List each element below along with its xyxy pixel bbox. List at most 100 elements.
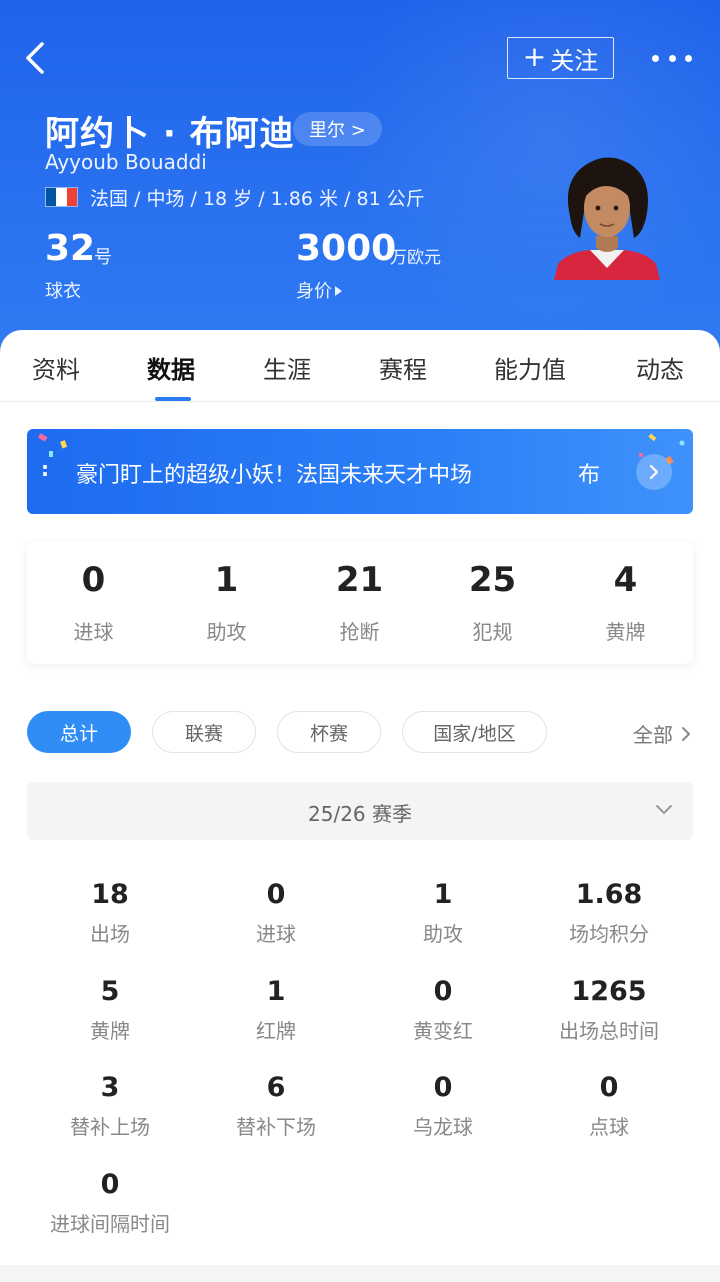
stat-label: 黄牌	[90, 1019, 130, 1043]
all-filters-link[interactable]: 全部	[633, 719, 691, 748]
chevron-right-icon[interactable]	[636, 454, 672, 490]
tab-profile[interactable]: 资料	[32, 350, 80, 385]
stat-label: 点球	[589, 1115, 629, 1139]
summary-goals: 0 进球	[27, 542, 160, 664]
summary-label: 犯规	[472, 620, 513, 644]
summary-value: 0	[81, 560, 106, 600]
stat-own-goals: 0 乌龙球	[360, 1069, 526, 1140]
player-bio: 法国 / 中场 / 18 岁 / 1.86 米 / 81 公斤	[90, 188, 425, 210]
stat-goals: 0 进球	[193, 876, 359, 947]
stat-label: 进球	[256, 922, 296, 946]
jersey-number: 32	[45, 228, 96, 269]
chevron-right-icon	[682, 726, 690, 741]
stat-value: 1	[266, 976, 286, 1007]
jersey-suffix: 号	[94, 247, 112, 268]
player-avatar	[554, 157, 660, 280]
market-value-label: 身价	[296, 281, 332, 302]
filter-total[interactable]: 总计	[27, 711, 131, 753]
stat-label: 替补下场	[236, 1115, 316, 1139]
stat-label: 红牌	[256, 1019, 296, 1043]
player-name-english: Ayyoub Bouaddi	[45, 150, 207, 174]
stat-value: 0	[266, 879, 286, 910]
tab-data[interactable]: 数据	[147, 350, 195, 385]
stat-value: 0	[433, 976, 453, 1007]
plus-icon: +	[522, 40, 547, 73]
tab-career[interactable]: 生涯	[263, 350, 311, 385]
season-selector[interactable]: 25/26 赛季	[27, 782, 693, 840]
stat-sub-off: 6 替补下场	[193, 1069, 359, 1140]
stat-value: 18	[91, 879, 129, 910]
stat-value: 0	[599, 1072, 619, 1103]
player-name: 阿约卜 · 布阿迪	[45, 114, 295, 154]
tab-bar: 资料 数据 生涯 赛程 能力值 动态	[0, 330, 720, 402]
summary-label: 助攻	[206, 620, 247, 644]
stat-value: 0	[433, 1072, 453, 1103]
stat-value: 1.68	[575, 879, 643, 910]
chevron-down-icon	[656, 805, 672, 814]
summary-value: 4	[613, 560, 638, 600]
triangle-right-icon	[335, 286, 342, 296]
announcement-icon: :	[41, 457, 49, 481]
stat-label: 进球间隔时间	[50, 1212, 170, 1236]
stat-assists: 1 助攻	[360, 876, 526, 947]
summary-card: 0 进球 1 助攻 21 抢断 25 犯规 4 黄牌	[27, 542, 693, 664]
follow-button[interactable]: + 关注	[507, 37, 614, 79]
stat-label: 替补上场	[70, 1115, 150, 1139]
stat-points-per-game: 1.68 场均积分	[526, 876, 692, 947]
all-label: 全部	[633, 723, 673, 747]
jersey-label: 球衣	[45, 281, 81, 302]
tab-ability[interactable]: 能力值	[494, 350, 566, 385]
banner-headline: 豪门盯上的超级小妖！法国未来天才中场	[76, 463, 473, 488]
market-value: 3000	[296, 228, 397, 269]
tab-schedule[interactable]: 赛程	[379, 350, 427, 385]
news-banner[interactable]: : 豪门盯上的超级小妖！法国未来天才中场 布	[27, 429, 693, 514]
summary-assists: 1 助攻	[160, 542, 293, 664]
stat-sub-on: 3 替补上场	[27, 1069, 193, 1140]
stat-label: 黄变红	[413, 1019, 473, 1043]
stat-value: 0	[100, 1169, 120, 1200]
stat-value: 3	[100, 1072, 120, 1103]
follow-label: 关注	[550, 46, 599, 75]
stat-second-yellow: 0 黄变红	[360, 973, 526, 1044]
filter-national[interactable]: 国家/地区	[402, 711, 547, 753]
summary-value: 1	[214, 560, 239, 600]
summary-fouls: 25 犯规	[426, 542, 559, 664]
stat-yellow-cards: 5 黄牌	[27, 973, 193, 1044]
content-panel: 资料 数据 生涯 赛程 能力值 动态 : 豪门盯上的超级小妖！法国未来天才中场 …	[0, 330, 720, 1282]
stat-value: 6	[266, 1072, 286, 1103]
summary-yellow-cards: 4 黄牌	[559, 542, 692, 664]
stat-label: 乌龙球	[413, 1115, 473, 1139]
summary-label: 抢断	[339, 620, 380, 644]
season-label: 25/26 赛季	[308, 802, 412, 826]
more-options-icon[interactable]	[652, 44, 692, 72]
stat-red-cards: 1 红牌	[193, 973, 359, 1044]
stat-value: 1	[433, 879, 453, 910]
filter-cup[interactable]: 杯赛	[277, 711, 381, 753]
tab-news[interactable]: 动态	[636, 350, 684, 385]
summary-tackles: 21 抢断	[293, 542, 426, 664]
stat-goal-interval: 0 进球间隔时间	[27, 1166, 193, 1237]
summary-label: 进球	[73, 620, 114, 644]
stat-appearances: 18 出场	[27, 876, 193, 947]
active-tab-indicator	[155, 397, 191, 401]
stat-minutes-played: 1265 出场总时间	[526, 973, 692, 1044]
market-value-unit: 万欧元	[390, 248, 441, 268]
summary-label: 黄牌	[605, 620, 646, 644]
stat-label: 出场总时间	[559, 1019, 659, 1043]
stat-penalties: 0 点球	[526, 1069, 692, 1140]
back-icon[interactable]	[18, 38, 54, 78]
club-link[interactable]: 里尔 >	[293, 112, 382, 146]
stat-label: 助攻	[423, 922, 463, 946]
summary-value: 21	[335, 560, 384, 600]
filter-league[interactable]: 联赛	[152, 711, 256, 753]
france-flag-icon	[45, 187, 78, 207]
stat-label: 出场	[90, 922, 130, 946]
market-value-link[interactable]: 身价	[296, 277, 342, 303]
stat-value: 5	[100, 976, 120, 1007]
stat-label: 场均积分	[569, 922, 649, 946]
summary-value: 25	[468, 560, 517, 600]
banner-headline-tail: 布	[578, 463, 601, 488]
stat-value: 1265	[571, 976, 647, 1007]
bottom-divider	[0, 1265, 720, 1282]
player-header: + 关注 阿约卜 · 布阿迪 里尔 > Ayyoub Bouaddi 法国 / …	[0, 0, 720, 360]
